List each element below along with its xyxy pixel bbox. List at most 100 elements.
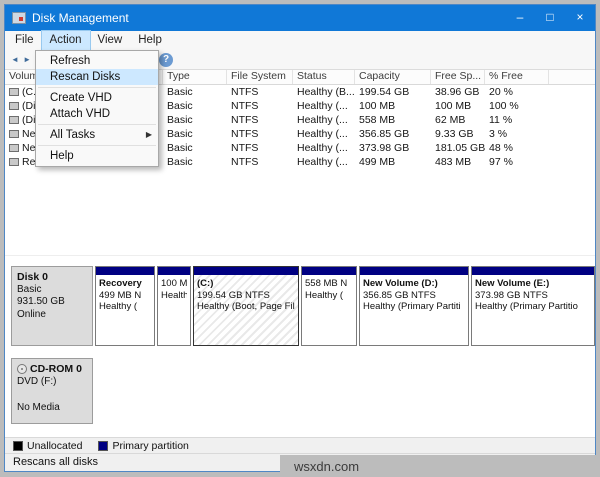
- menu-view[interactable]: View: [90, 31, 131, 50]
- cell-status: Healthy (...: [293, 114, 355, 126]
- cell-free-space: 38.96 GB: [431, 86, 485, 98]
- volume-icon: [9, 102, 19, 110]
- menu-separator: [38, 87, 156, 88]
- column-capacity[interactable]: Capacity: [355, 70, 431, 84]
- cd-rom-name: CD-ROM 0: [30, 363, 82, 376]
- cell-type: Basic: [163, 156, 227, 168]
- partition-system[interactable]: 100 M Health: [157, 266, 191, 346]
- partition-d[interactable]: New Volume (D:) 356.85 GB NTFS Healthy (…: [359, 266, 469, 346]
- column-free-space[interactable]: Free Sp...: [431, 70, 485, 84]
- menu-item-rescan-disks[interactable]: Rescan Disks: [36, 69, 158, 85]
- cell-capacity: 499 MB: [355, 156, 431, 168]
- partition-size: 199.54 GB NTFS: [197, 290, 295, 302]
- partition-status: Healthy (Primary Partiti: [363, 301, 465, 313]
- partition-status: Healthy (: [99, 301, 151, 313]
- partition-status: Healthy (Boot, Page Fil: [197, 301, 295, 313]
- cell-file-system: NTFS: [227, 86, 293, 98]
- menu-help[interactable]: Help: [130, 31, 170, 50]
- partition-status: Healthy (Primary Partitio: [475, 301, 591, 313]
- cd-rom-drive: DVD (F:): [17, 376, 87, 389]
- cell-pct-free: 3 %: [485, 128, 549, 140]
- disk-size: 931.50 GB: [17, 296, 87, 309]
- cell-free-space: 9.33 GB: [431, 128, 485, 140]
- menu-action[interactable]: Action: [42, 31, 90, 50]
- column-type[interactable]: Type: [163, 70, 227, 84]
- cell-type: Basic: [163, 128, 227, 140]
- legend-unallocated-label: Unallocated: [27, 440, 82, 452]
- cell-capacity: 199.54 GB: [355, 86, 431, 98]
- cell-capacity: 373.98 GB: [355, 142, 431, 154]
- cell-file-system: NTFS: [227, 128, 293, 140]
- disk-0-partitions: Recovery 499 MB N Healthy ( 100 M Health…: [95, 266, 595, 346]
- cell-capacity: 356.85 GB: [355, 128, 431, 140]
- cd-rom-row: CD-ROM 0 DVD (F:) No Media: [11, 358, 93, 424]
- cell-type: Basic: [163, 114, 227, 126]
- cell-pct-free: 48 %: [485, 142, 549, 154]
- cell-type: Basic: [163, 100, 227, 112]
- disk-0-row: Disk 0 Basic 931.50 GB Online Recovery 4…: [11, 266, 595, 346]
- column-pct-free[interactable]: % Free: [485, 70, 549, 84]
- menu-item-create-vhd[interactable]: Create VHD: [36, 90, 158, 106]
- primary-partition-strip: [302, 267, 356, 275]
- column-status[interactable]: Status: [293, 70, 355, 84]
- partition-recovery[interactable]: Recovery 499 MB N Healthy (: [95, 266, 155, 346]
- partition-status: Health: [161, 290, 187, 302]
- unallocated-color-swatch: [13, 441, 23, 451]
- partition-558mb[interactable]: 558 MB N Healthy (: [301, 266, 357, 346]
- volume-icon: [9, 130, 19, 138]
- cell-free-space: 100 MB: [431, 100, 485, 112]
- menu-separator: [38, 145, 156, 146]
- primary-partition-strip: [96, 267, 154, 275]
- cell-pct-free: 100 %: [485, 100, 549, 112]
- cell-type: Basic: [163, 142, 227, 154]
- partition-size: 356.85 GB NTFS: [363, 290, 465, 302]
- disk-type: Basic: [17, 284, 87, 297]
- partition-label: (C:): [197, 278, 295, 290]
- menu-item-help[interactable]: Help: [36, 148, 158, 164]
- cell-file-system: NTFS: [227, 156, 293, 168]
- column-file-system[interactable]: File System: [227, 70, 293, 84]
- disk-0-header[interactable]: Disk 0 Basic 931.50 GB Online: [11, 266, 93, 346]
- cd-rom-header[interactable]: CD-ROM 0 DVD (F:) No Media: [11, 358, 93, 424]
- cell-file-system: NTFS: [227, 114, 293, 126]
- maximize-button[interactable]: □: [535, 5, 565, 31]
- cell-status: Healthy (...: [293, 156, 355, 168]
- cell-file-system: NTFS: [227, 142, 293, 154]
- close-button[interactable]: ×: [565, 5, 595, 31]
- legend-unallocated: Unallocated: [13, 440, 82, 452]
- cell-free-space: 483 MB: [431, 156, 485, 168]
- partition-label: Recovery: [99, 278, 151, 290]
- disk-name: Disk 0: [17, 271, 87, 284]
- help-icon[interactable]: ?: [159, 53, 173, 67]
- cd-rom-media-status: No Media: [17, 402, 87, 415]
- window-title: Disk Management: [32, 11, 505, 25]
- volume-icon: [9, 88, 19, 96]
- partition-e[interactable]: New Volume (E:) 373.98 GB NTFS Healthy (…: [471, 266, 595, 346]
- cell-status: Healthy (...: [293, 128, 355, 140]
- partition-c[interactable]: (C:) 199.54 GB NTFS Healthy (Boot, Page …: [193, 266, 299, 346]
- cell-status: Healthy (...: [293, 100, 355, 112]
- app-icon: [12, 12, 26, 24]
- disk-management-window: Disk Management – □ × File Action View H…: [4, 4, 596, 472]
- cell-capacity: 558 MB: [355, 114, 431, 126]
- menu-file[interactable]: File: [7, 31, 42, 50]
- volume-icon: [9, 158, 19, 166]
- cell-capacity: 100 MB: [355, 100, 431, 112]
- watermark: wsxdn.com: [280, 455, 600, 477]
- menu-item-all-tasks[interactable]: All Tasks ▶: [36, 127, 158, 143]
- primary-partition-strip: [158, 267, 190, 275]
- primary-partition-strip: [194, 267, 298, 275]
- cell-file-system: NTFS: [227, 100, 293, 112]
- menu-separator: [38, 124, 156, 125]
- status-text: Rescans all disks: [13, 456, 98, 468]
- submenu-arrow-icon: ▶: [146, 127, 152, 143]
- partition-size: 100 M: [161, 278, 187, 290]
- legend-bar: Unallocated Primary partition: [5, 437, 595, 453]
- partition-size: 558 MB N: [305, 278, 353, 290]
- volume-icon: [9, 144, 19, 152]
- minimize-button[interactable]: –: [505, 5, 535, 31]
- menu-item-attach-vhd[interactable]: Attach VHD: [36, 106, 158, 122]
- menu-item-refresh[interactable]: Refresh: [36, 53, 158, 69]
- back-forward-icon[interactable]: ◄ ►: [11, 55, 32, 64]
- menu-bar: File Action View Help: [5, 31, 595, 50]
